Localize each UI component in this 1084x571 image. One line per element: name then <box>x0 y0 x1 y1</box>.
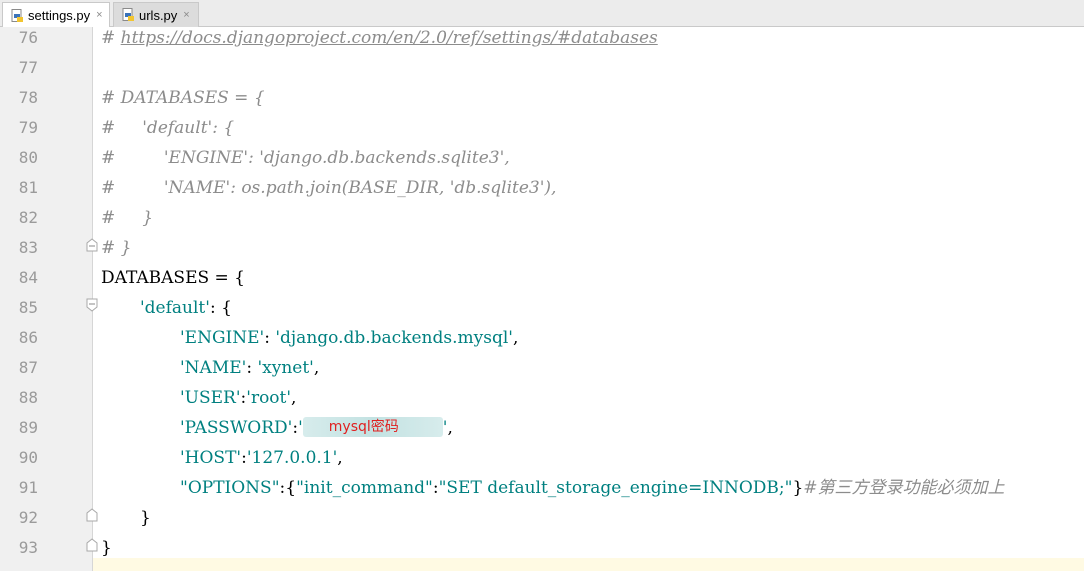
dict-key: 'default' <box>140 298 210 318</box>
punctuation: : <box>264 328 276 348</box>
code-line-78: # DATABASES = { <box>101 88 265 108</box>
code-line-76: # https://docs.djangoproject.com/en/2.0/… <box>101 23 658 53</box>
code-line-86: 'ENGINE': 'django.db.backends.mysql', <box>180 323 518 353</box>
line-number: 90 <box>18 448 38 467</box>
code-line-90: 'HOST':'127.0.0.1', <box>180 443 343 473</box>
punctuation: , <box>313 358 320 378</box>
line-number: 83 <box>18 238 38 257</box>
line-number: 84 <box>18 268 38 287</box>
dict-key: 'HOST' <box>180 448 242 468</box>
fold-end-icon[interactable] <box>86 508 98 522</box>
close-tab-icon[interactable]: × <box>96 10 102 21</box>
line-number: 91 <box>18 478 38 497</box>
punctuation: , <box>291 388 297 408</box>
tab-label: urls.py <box>139 7 178 23</box>
punctuation: , <box>337 448 343 468</box>
inline-comment: #第三方登录功能必须加上 <box>803 478 1005 498</box>
line-number: 93 <box>18 538 38 557</box>
dict-key: 'PASSWORD' <box>180 418 293 438</box>
close-tab-icon[interactable]: × <box>183 9 189 21</box>
doc-link[interactable]: https://docs.djangoproject.com/en/2.0/re… <box>121 28 658 48</box>
line-number: 88 <box>18 388 38 407</box>
code-line-79: # 'default': { <box>101 118 235 138</box>
punctuation: : <box>246 358 258 378</box>
code-line-83: # } <box>101 238 132 258</box>
string-value: 'django.db.backends.mysql' <box>275 328 513 348</box>
tab-label: settings.py <box>28 8 91 23</box>
dict-key: "init_command" <box>296 478 433 498</box>
code-line-89: 'PASSWORD':' mysql密码 ', <box>180 413 453 443</box>
comment-hash: # <box>101 28 121 48</box>
code-line-84: DATABASES = { <box>101 268 246 288</box>
line-number: 79 <box>18 118 38 137</box>
redaction-label: mysql密码 <box>328 419 399 435</box>
line-number: 78 <box>18 88 38 107</box>
python-file-icon <box>11 8 24 23</box>
dict-key: 'NAME' <box>180 358 247 378</box>
line-number: 85 <box>18 298 38 317</box>
string-value: '127.0.0.1' <box>246 448 338 468</box>
current-line-highlight <box>93 558 1084 571</box>
line-number: 76 <box>18 28 38 47</box>
code-line-91: "OPTIONS":{"init_command":"SET default_s… <box>180 473 1005 503</box>
string-value: "SET default_storage_engine=INNODB;" <box>438 478 793 498</box>
string-value: 'root' <box>246 388 292 408</box>
redacted-password: mysql密码 <box>302 417 443 437</box>
line-number: 77 <box>18 58 38 77</box>
fold-start-icon[interactable] <box>86 298 98 312</box>
line-number: 86 <box>18 328 38 347</box>
line-number: 80 <box>18 148 38 167</box>
punctuation: , <box>512 328 519 348</box>
dict-key: 'ENGINE' <box>180 328 265 348</box>
line-number: 92 <box>18 508 38 527</box>
punctuation: , <box>447 418 453 438</box>
punctuation: : { <box>209 298 232 318</box>
code-line-81: # 'NAME': os.path.join(BASE_DIR, 'db.sql… <box>101 178 557 198</box>
code-line-82: # } <box>101 208 154 228</box>
dict-key: "OPTIONS" <box>180 478 280 498</box>
code-line-92: } <box>140 508 151 528</box>
fold-end-icon[interactable] <box>86 238 98 252</box>
code-line-87: 'NAME': 'xynet', <box>180 353 319 383</box>
code-line-80: # 'ENGINE': 'django.db.backends.sqlite3'… <box>101 148 510 168</box>
python-file-icon <box>122 8 135 22</box>
line-number: 82 <box>18 208 38 227</box>
fold-end-icon[interactable] <box>86 538 98 552</box>
code-line-85: 'default': { <box>140 293 232 323</box>
punctuation: { <box>285 478 297 498</box>
line-number: 89 <box>18 418 38 437</box>
code-line-93: } <box>101 538 112 558</box>
line-number: 81 <box>18 178 38 197</box>
code-line-88: 'USER':'root', <box>180 383 296 413</box>
line-number: 87 <box>18 358 38 377</box>
string-value: 'xynet' <box>257 358 314 378</box>
code-editor-window: settings.py × urls.py × 76 77 78 79 80 8… <box>0 0 1084 571</box>
dict-key: 'USER' <box>180 388 241 408</box>
punctuation: } <box>792 478 804 498</box>
